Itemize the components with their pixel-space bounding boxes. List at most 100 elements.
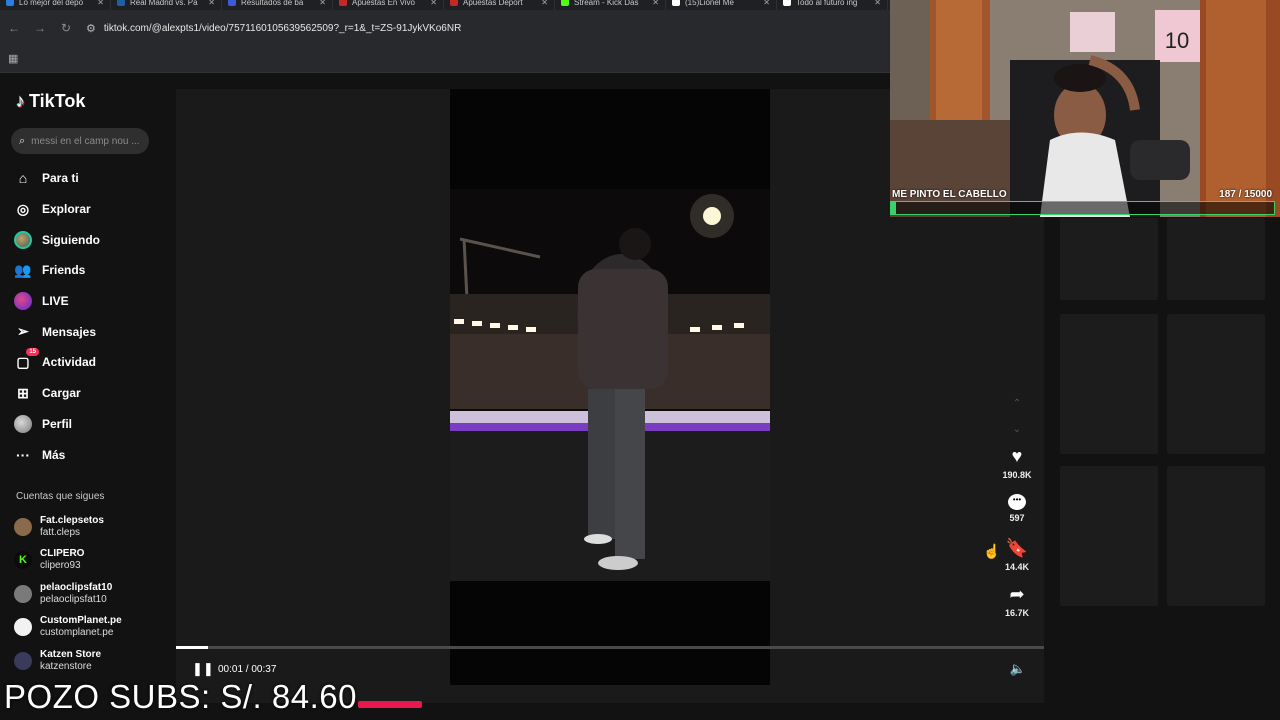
tab-close-icon[interactable]: ✕ bbox=[97, 0, 104, 7]
forward-icon[interactable]: → bbox=[34, 21, 46, 35]
hand-cursor-icon: ☝ bbox=[983, 543, 1001, 559]
sidebar-item-actividad[interactable]: ▢ 15 Actividad bbox=[14, 347, 100, 378]
account-names: Fat.clepsetos fatt.cleps bbox=[40, 515, 104, 539]
following-account[interactable]: Katzen Store katzenstore bbox=[14, 644, 122, 678]
account-names: pelaoclipsfat10 pelaoclipsfat10 bbox=[40, 582, 112, 606]
thumbnail[interactable] bbox=[1167, 466, 1265, 606]
previous-video-icon[interactable]: ⌃ bbox=[1008, 391, 1026, 417]
sidebar-item-siguiendo[interactable]: Siguiendo bbox=[14, 224, 100, 255]
video-frame[interactable] bbox=[450, 89, 770, 685]
pause-icon[interactable]: ❚❚ bbox=[192, 661, 214, 677]
back-icon[interactable]: ← bbox=[8, 21, 20, 35]
tab-title: Stream - Kick Das bbox=[574, 0, 639, 7]
tiktok-note-icon: ♪ bbox=[16, 91, 25, 111]
url-field[interactable]: ⚙ tiktok.com/@alexpts1/video/75711601056… bbox=[86, 15, 882, 41]
apps-grid-icon[interactable]: ▦ bbox=[8, 52, 18, 65]
pozo-subs-text: POZO SUBS: S/. 84.60 bbox=[4, 678, 357, 715]
comment-count: 597 bbox=[1009, 513, 1025, 523]
video-progress-bar[interactable] bbox=[176, 646, 1044, 649]
browser-tab[interactable]: Apuestas En Vivo ✕ bbox=[333, 0, 444, 10]
following-avatar-icon bbox=[14, 230, 32, 249]
sidebar-item-live[interactable]: LIVE bbox=[14, 286, 100, 317]
share-button[interactable]: ➦ 16.7K bbox=[996, 583, 1038, 629]
browser-tab[interactable]: Stream - Kick Das ✕ bbox=[555, 0, 666, 10]
tab-favicon-icon bbox=[783, 0, 791, 6]
following-account[interactable]: CustomPlanet.pe customplanet.pe bbox=[14, 611, 122, 645]
sidebar-item-label: Friends bbox=[42, 263, 86, 278]
next-video-icon[interactable]: ⌄ bbox=[1008, 417, 1026, 443]
browser-tab[interactable]: Lo mejor del depo ✕ bbox=[0, 0, 111, 10]
url-text[interactable]: tiktok.com/@alexpts1/video/7571160105639… bbox=[104, 23, 461, 34]
reload-icon[interactable]: ↻ bbox=[60, 21, 72, 35]
logo-text: TikTok bbox=[29, 91, 86, 111]
bookmarks-bar: ▦ bbox=[0, 46, 890, 73]
thumbnail[interactable] bbox=[1167, 218, 1265, 300]
following-header: Cuentas que sigues bbox=[16, 491, 105, 502]
volume-icon[interactable]: 🔈 bbox=[1010, 661, 1026, 677]
search-input[interactable] bbox=[31, 135, 142, 147]
comment-button[interactable]: ••• 597 bbox=[996, 491, 1038, 537]
tab-close-icon[interactable]: ✕ bbox=[763, 0, 770, 7]
tab-close-icon[interactable]: ✕ bbox=[430, 0, 437, 7]
avatar bbox=[14, 651, 32, 670]
sidebar-item-friends[interactable]: 👥 Friends bbox=[14, 255, 100, 286]
comment-icon[interactable]: ••• bbox=[1008, 494, 1026, 510]
activity-icon: ▢ 15 bbox=[14, 348, 39, 371]
tab-close-icon[interactable]: ✕ bbox=[319, 0, 326, 7]
sidebar-item-mensajes[interactable]: ➢ Mensajes bbox=[14, 316, 100, 347]
compass-icon: ◎ bbox=[16, 200, 30, 217]
sidebar-item-para-ti[interactable]: ⌂ Para ti bbox=[14, 163, 100, 194]
sidebar-item-label: Para ti bbox=[42, 171, 79, 186]
tab-title: (15)Lionel Me bbox=[685, 0, 734, 7]
browser-tab[interactable]: Todo al futuro ing ✕ bbox=[777, 0, 888, 10]
live-icon bbox=[14, 292, 32, 311]
sidebar: ♪ TikTok ⌕ ⌂ Para ti ◎ Explorar Siguiendo 👥 Fr… bbox=[0, 73, 176, 720]
account-username: customplanet.pe bbox=[40, 627, 114, 639]
tiktok-logo[interactable]: ♪ TikTok bbox=[16, 91, 85, 112]
screen: Lo mejor del depo ✕ Real Madrid vs. Pa ✕ Res… bbox=[0, 0, 1280, 720]
bookmark-icon[interactable]: 🔖 bbox=[1006, 537, 1028, 559]
sidebar-item-cargar[interactable]: ⊞ Cargar bbox=[14, 378, 100, 409]
save-button[interactable]: 🔖 14.4K bbox=[996, 537, 1038, 583]
search-icon[interactable]: ⌕ bbox=[19, 135, 25, 148]
tab-close-icon[interactable]: ✕ bbox=[208, 0, 215, 7]
following-account[interactable]: K CLIPERO clipero93 bbox=[14, 544, 122, 578]
webcam-overlay: 10 bbox=[890, 0, 1280, 217]
sidebar-item-m-s[interactable]: ··· Más bbox=[14, 439, 100, 470]
tab-close-icon[interactable]: ✕ bbox=[874, 0, 881, 7]
tab-favicon-icon bbox=[228, 0, 236, 6]
video-time: 00:01 / 00:37 bbox=[218, 663, 277, 675]
video-nav-arrows: ⌃ ⌄ bbox=[1008, 391, 1026, 443]
like-button[interactable]: ♥ 190.8K bbox=[996, 445, 1038, 491]
activity-badge: 15 bbox=[26, 348, 39, 357]
heart-icon[interactable]: ♥ bbox=[1012, 445, 1023, 467]
tab-favicon-icon bbox=[117, 0, 125, 6]
avatar: K bbox=[14, 551, 32, 570]
thumbnail[interactable] bbox=[1060, 314, 1158, 454]
sidebar-item-perfil[interactable]: Perfil bbox=[14, 409, 100, 440]
avatar bbox=[14, 584, 32, 603]
browser-tab[interactable]: Apuestas Deport ✕ bbox=[444, 0, 555, 10]
browser-tab[interactable]: Resultados de ba ✕ bbox=[222, 0, 333, 10]
share-icon[interactable]: ➦ bbox=[1009, 583, 1024, 605]
tab-close-icon[interactable]: ✕ bbox=[541, 0, 548, 7]
browser-tab-bar: Lo mejor del depo ✕ Real Madrid vs. Pa ✕ Res… bbox=[0, 0, 890, 10]
tab-title: Todo al futuro ing bbox=[796, 0, 858, 7]
sidebar-item-explorar[interactable]: ◎ Explorar bbox=[14, 194, 100, 225]
following-account[interactable]: Fat.clepsetos fatt.cleps bbox=[14, 510, 122, 544]
search-box[interactable]: ⌕ bbox=[11, 128, 149, 154]
browser-tab[interactable]: (15)Lionel Me ✕ bbox=[666, 0, 777, 10]
thumbnail[interactable] bbox=[1167, 314, 1265, 454]
account-names: CustomPlanet.pe customplanet.pe bbox=[40, 615, 122, 639]
profile-icon bbox=[14, 414, 32, 433]
tab-close-icon[interactable]: ✕ bbox=[652, 0, 659, 7]
goal-count: 187 / 15000 bbox=[1219, 189, 1272, 200]
thumbnail[interactable] bbox=[1060, 466, 1158, 606]
account-name: CustomPlanet.pe bbox=[40, 615, 122, 627]
video-progress-fill bbox=[176, 646, 209, 649]
goal-progress-fill bbox=[891, 202, 896, 214]
browser-tab[interactable]: Real Madrid vs. Pa ✕ bbox=[111, 0, 222, 10]
thumbnail[interactable] bbox=[1060, 218, 1158, 300]
following-account[interactable]: pelaoclipsfat10 pelaoclipsfat10 bbox=[14, 577, 122, 611]
site-info-icon[interactable]: ⚙ bbox=[86, 22, 96, 35]
